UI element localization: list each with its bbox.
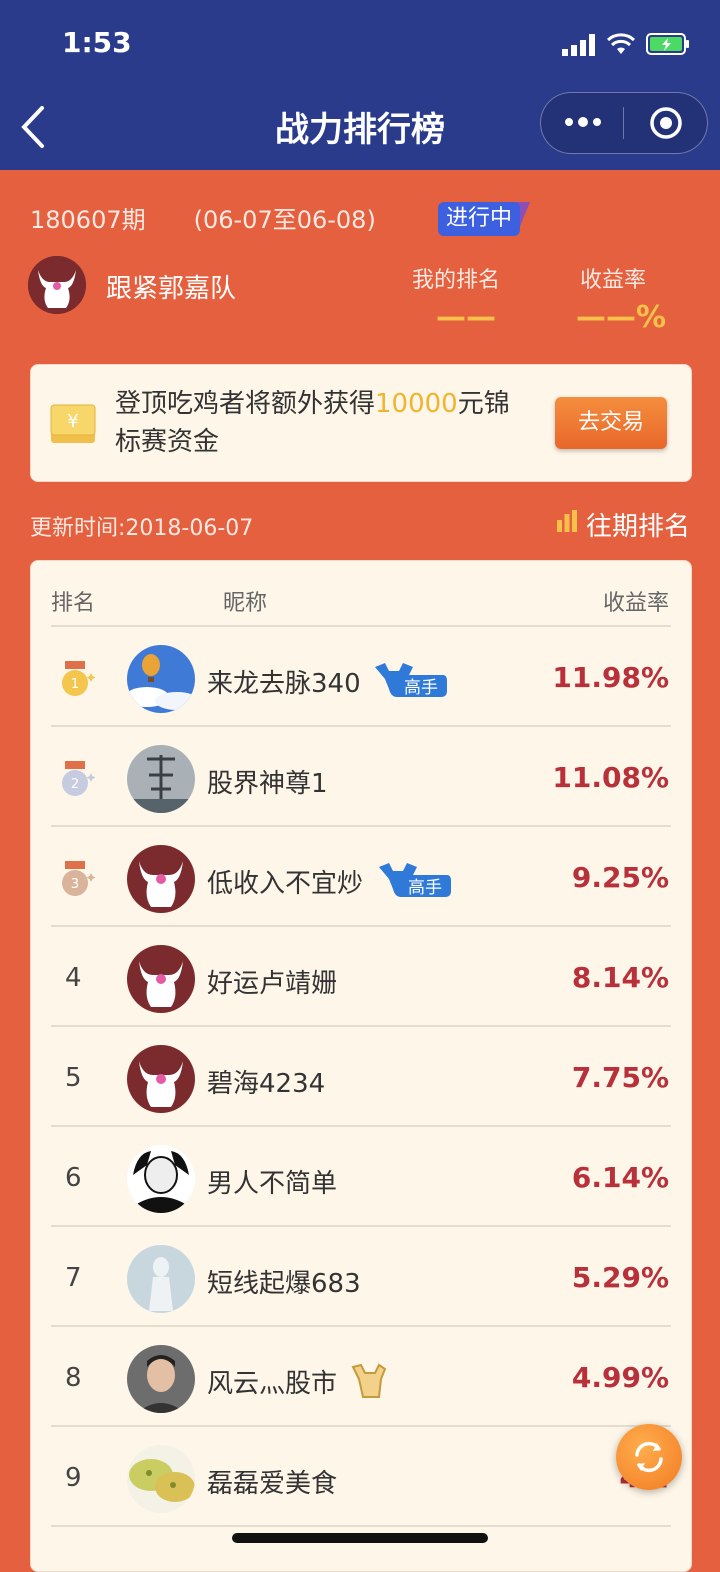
- ox-avatar-icon: [127, 845, 195, 913]
- portrait-avatar-icon: [127, 1345, 195, 1413]
- sky-balloon-avatar-icon: [127, 645, 195, 713]
- calligraphy-avatar-icon: [127, 745, 195, 813]
- svg-text:2: 2: [71, 777, 79, 792]
- svg-text:3: 3: [71, 877, 79, 892]
- svg-text:1: 1: [71, 677, 79, 692]
- my-yield-label: 收益率: [580, 268, 647, 293]
- bronze-medal-icon: 3: [62, 861, 96, 896]
- silver-medal-icon: 2: [62, 761, 96, 796]
- ox-avatar-icon: [127, 945, 195, 1013]
- status-badge: 进行中: [438, 202, 536, 236]
- header-nickname: 昵称: [223, 591, 268, 616]
- miniprogram-capsule: [540, 92, 708, 154]
- banner-text-before: 登顶吃鸡者将额外获得: [115, 389, 376, 419]
- row-name: 碧海4234: [207, 1069, 326, 1099]
- row-yield: 6.14%: [571, 1161, 669, 1194]
- signal-icon: [562, 34, 595, 56]
- wifi-icon: [606, 33, 636, 54]
- row-yield: 8.14%: [571, 961, 669, 994]
- table-row[interactable]: 3 低收入不宜炒 高手 9.25%: [31, 827, 691, 927]
- table-row[interactable]: 1 来龙去脉340 高手 11.98%: [31, 627, 691, 727]
- table-row[interactable]: 4 好运卢靖姗 8.14%: [31, 927, 691, 1027]
- food-avatar-icon: [127, 1445, 195, 1513]
- table-row[interactable]: 7 短线起爆683 5.29%: [31, 1227, 691, 1327]
- refresh-button[interactable]: [616, 1424, 682, 1490]
- table-row[interactable]: 5 碧海4234 7.75%: [31, 1027, 691, 1127]
- panda-meme-avatar-icon: [127, 1145, 195, 1213]
- row-rank: 4: [65, 963, 82, 993]
- row-divider: [51, 1525, 671, 1527]
- more-icon[interactable]: [563, 109, 603, 135]
- row-yield: 5.29%: [571, 1261, 669, 1294]
- expert-badge-icon: 高手: [379, 863, 451, 898]
- row-name: 来龙去脉340: [207, 669, 361, 699]
- refresh-icon: [635, 1441, 663, 1473]
- avatar[interactable]: [127, 1145, 195, 1213]
- table-row[interactable]: 8 风云灬股市 4.99%: [31, 1327, 691, 1427]
- avatar[interactable]: [127, 1045, 195, 1113]
- gold-medal-icon: 1: [62, 661, 96, 696]
- row-rank: 9: [65, 1463, 82, 1493]
- statue-avatar-icon: [127, 1245, 195, 1313]
- banner-text: 登顶吃鸡者将额外获得10000元锦标赛资金: [115, 385, 515, 461]
- row-rank: 6: [65, 1163, 82, 1193]
- trade-button[interactable]: 去交易: [555, 397, 667, 449]
- row-name: 低收入不宜炒: [207, 869, 364, 899]
- table-row[interactable]: 6 男人不简单 6.14%: [31, 1127, 691, 1227]
- table-row[interactable]: 2 股界神尊1 11.08%: [31, 727, 691, 827]
- row-yield: 4.99%: [571, 1361, 669, 1394]
- avatar[interactable]: [127, 645, 195, 713]
- expert-badge-text: 高手: [404, 678, 438, 698]
- row-name: 磊磊爱美食: [207, 1469, 338, 1499]
- ox-avatar-icon: [127, 1045, 195, 1113]
- my-name: 跟紧郭嘉队: [106, 274, 237, 304]
- expert-badge-text: 高手: [408, 878, 442, 898]
- my-rank-label: 我的排名: [412, 268, 501, 293]
- row-name: 短线起爆683: [207, 1269, 361, 1299]
- status-bar: 1:53: [0, 0, 720, 88]
- status-time: 1:53: [62, 26, 132, 59]
- nav-bar: 战力排行榜: [0, 88, 720, 170]
- row-yield: 7.75%: [571, 1061, 669, 1094]
- avatar[interactable]: [127, 1245, 195, 1313]
- row-yield: 11.98%: [552, 661, 669, 694]
- avatar[interactable]: [127, 945, 195, 1013]
- avatar[interactable]: [127, 745, 195, 813]
- my-rank-value: ——: [436, 300, 496, 335]
- row-name: 男人不简单: [207, 1169, 338, 1199]
- ranking-table: 排名 昵称 收益率 1 来龙去脉340 高手 11.98% 2 股界神尊1 11…: [30, 560, 692, 1572]
- close-miniprogram-icon[interactable]: [649, 106, 683, 140]
- row-name: 风云灬股市: [207, 1369, 338, 1399]
- avatar[interactable]: [127, 1345, 195, 1413]
- avatar[interactable]: [127, 1445, 195, 1513]
- row-rank: 5: [65, 1063, 82, 1093]
- capsule-divider: [623, 107, 624, 139]
- battery-icon: [646, 33, 689, 55]
- update-time: 更新时间:2018-06-07: [30, 516, 254, 541]
- row-rank: 8: [65, 1363, 82, 1393]
- avatar[interactable]: [127, 845, 195, 913]
- prize-banner: ¥ 登顶吃鸡者将额外获得10000元锦标赛资金 去交易: [30, 364, 692, 482]
- ox-avatar-icon: [28, 256, 86, 314]
- svg-text:¥: ¥: [67, 411, 78, 432]
- status-badge-text: 进行中: [438, 202, 520, 236]
- ox-level-icon: [351, 1363, 387, 1398]
- money-stack-icon: ¥: [50, 404, 96, 443]
- row-name: 好运卢靖姗: [207, 969, 338, 999]
- bar-chart-icon: [557, 510, 577, 532]
- row-rank: 7: [65, 1263, 82, 1293]
- header-yield: 收益率: [602, 591, 669, 616]
- my-yield-value: ——%: [576, 300, 667, 335]
- header-rank: 排名: [51, 591, 96, 616]
- banner-amount: 10000: [375, 389, 458, 419]
- row-yield: 11.08%: [552, 761, 669, 794]
- my-avatar[interactable]: [28, 256, 86, 314]
- expert-badge-icon: 高手: [375, 663, 447, 698]
- home-indicator: [232, 1533, 488, 1543]
- row-yield: 9.25%: [571, 861, 669, 894]
- row-name: 股界神尊1: [207, 769, 328, 799]
- past-rankings-label: 往期排名: [586, 512, 691, 542]
- table-row[interactable]: 9 磊磊爱美食 4.2: [31, 1427, 691, 1527]
- period-label: 180607期 (06-07至06-08): [30, 206, 376, 234]
